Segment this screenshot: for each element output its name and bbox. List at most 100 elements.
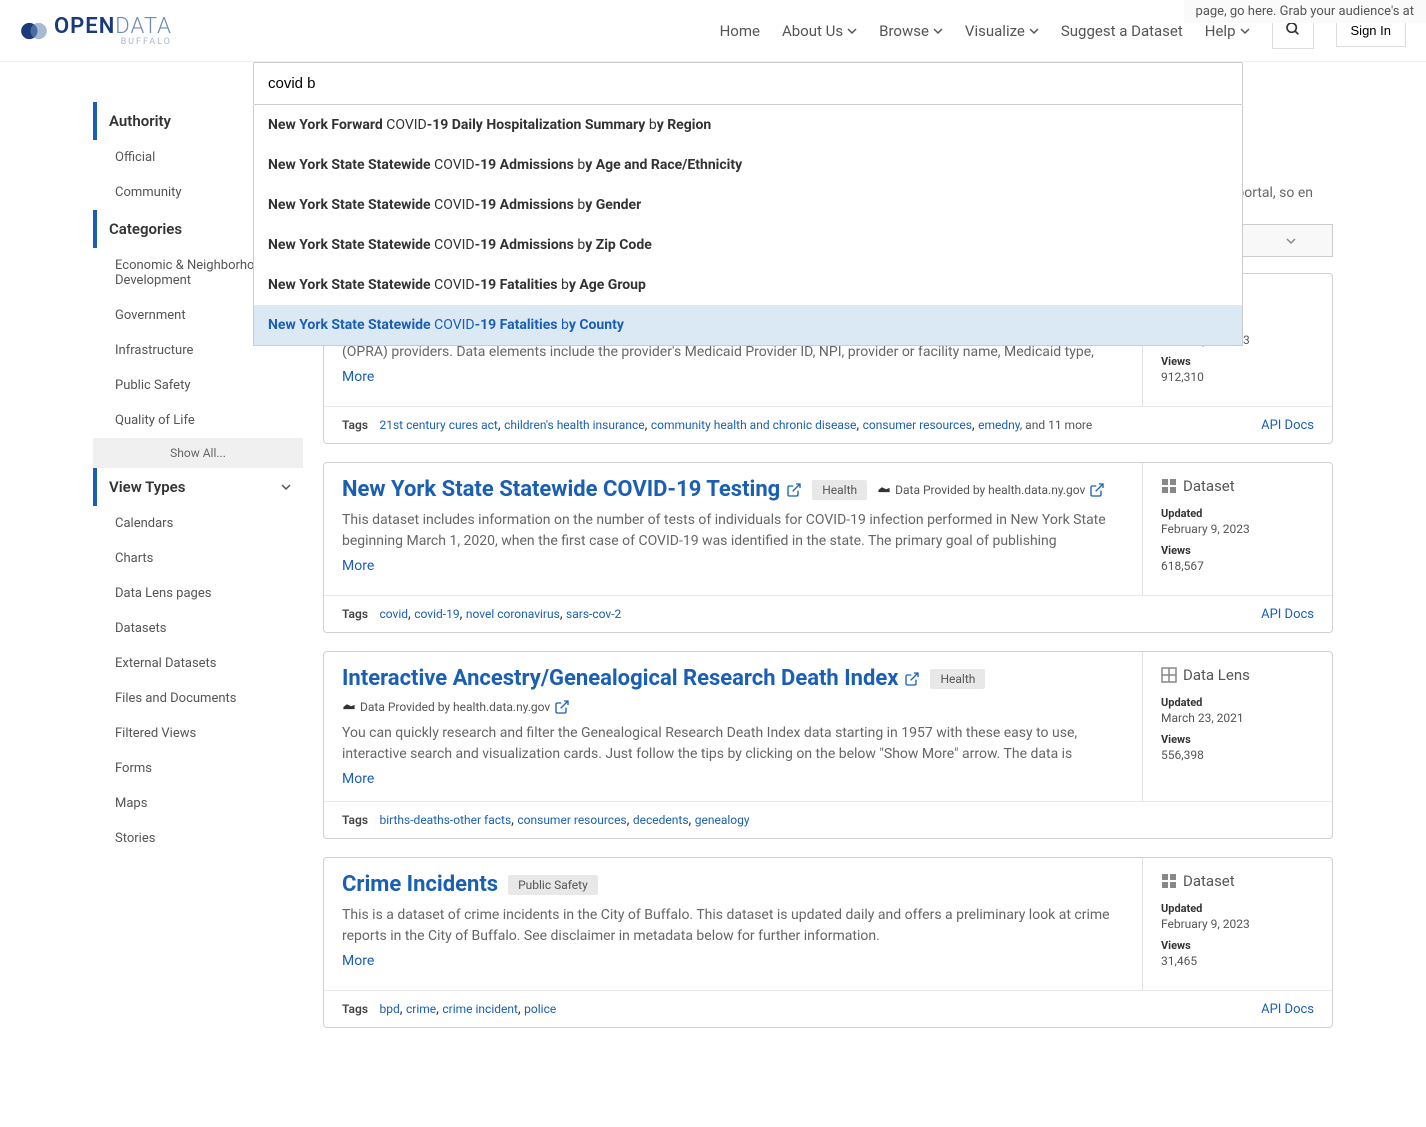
views-value: 31,465 — [1161, 954, 1314, 968]
api-docs-link[interactable]: API Docs — [1261, 607, 1314, 622]
chevron-down-icon — [1029, 26, 1039, 36]
dataset-icon — [1161, 478, 1177, 494]
nav-home[interactable]: Home — [720, 22, 760, 40]
views-label: Views — [1161, 544, 1314, 557]
suggestion-item[interactable]: New York State Statewide COVID-19 Admiss… — [254, 185, 1242, 225]
filter-view-types-header[interactable]: View Types — [93, 468, 303, 506]
tags-label: Tags — [342, 607, 368, 621]
views-label: Views — [1161, 939, 1314, 952]
result-title[interactable]: Interactive Ancestry/Genealogical Resear… — [342, 666, 920, 691]
tags-label: Tags — [342, 813, 368, 827]
tag-link[interactable]: sars-cov-2 — [566, 607, 621, 621]
nav-help[interactable]: Help — [1205, 22, 1250, 40]
sidebar-viewtype-item[interactable]: Stories — [93, 821, 303, 856]
nav-visualize[interactable]: Visualize — [965, 22, 1039, 40]
api-docs-link[interactable]: API Docs — [1261, 1002, 1314, 1017]
category-badge[interactable]: Public Safety — [508, 875, 598, 895]
main: New York Forward COVID-19 Daily Hospital… — [73, 62, 1353, 1046]
tag-link[interactable]: covid-19 — [414, 607, 459, 621]
sidebar-viewtype-item[interactable]: Data Lens pages — [93, 576, 303, 611]
search-icon — [1285, 21, 1301, 37]
tag-link[interactable]: crime — [406, 1002, 436, 1016]
category-badge[interactable]: Health — [930, 669, 985, 689]
ny-icon — [342, 702, 356, 712]
suggestion-item[interactable]: New York State Statewide COVID-19 Admiss… — [254, 145, 1242, 185]
provided-by[interactable]: Data Provided by health.data.ny.gov — [342, 699, 570, 715]
sidebar-viewtype-item[interactable]: Datasets — [93, 611, 303, 646]
tag-link[interactable]: police — [524, 1002, 556, 1016]
more-link[interactable]: More — [342, 953, 374, 969]
suggestion-item[interactable]: New York State Statewide COVID-19 Fatali… — [254, 265, 1242, 305]
sidebar-viewtype-item[interactable]: Charts — [93, 541, 303, 576]
external-link-icon — [904, 671, 920, 687]
tag-link[interactable]: 21st century cures act — [379, 418, 497, 432]
tooltip-bar: page, go here. Grab your audience's at — [1184, 0, 1426, 23]
provided-by[interactable]: Data Provided by health.data.ny.gov — [877, 482, 1105, 498]
sidebar-viewtype-item[interactable]: Filtered Views — [93, 716, 303, 751]
updated-value: March 23, 2021 — [1161, 711, 1314, 725]
sidebar-viewtype-item[interactable]: Files and Documents — [93, 681, 303, 716]
suggestion-item[interactable]: New York State Statewide COVID-19 Fatali… — [254, 305, 1242, 345]
chevron-down-icon — [1240, 26, 1250, 36]
nav-about[interactable]: About Us — [782, 22, 857, 40]
more-link[interactable]: More — [342, 771, 374, 787]
tag-link[interactable]: emedny — [978, 418, 1020, 432]
tag-link[interactable]: covid — [379, 607, 408, 621]
autocomplete-suggestions: New York Forward COVID-19 Daily Hospital… — [253, 105, 1243, 346]
suggestion-item[interactable]: New York State Statewide COVID-19 Admiss… — [254, 225, 1242, 265]
dataset-icon — [1161, 873, 1177, 889]
sidebar-category-item[interactable]: Public Safety — [93, 368, 303, 403]
tag-link[interactable]: genealogy — [695, 813, 750, 827]
logo-text: OPENDATA — [54, 14, 172, 39]
tag-link[interactable]: crime incident — [442, 1002, 518, 1016]
sidebar-viewtype-item[interactable]: External Datasets — [93, 646, 303, 681]
result-title[interactable]: New York State Statewide COVID-19 Testin… — [342, 477, 802, 502]
tag-link[interactable]: children's health insurance — [504, 418, 645, 432]
more-link[interactable]: More — [342, 369, 374, 385]
more-link[interactable]: More — [342, 558, 374, 574]
chevron-down-icon — [933, 26, 943, 36]
external-link-icon — [1089, 482, 1105, 498]
result-card: New York State Statewide COVID-19 Testin… — [323, 462, 1333, 633]
chevron-down-icon — [847, 26, 857, 36]
result-card: Interactive Ancestry/Genealogical Resear… — [323, 651, 1333, 839]
tags-more: , and 11 more — [1020, 418, 1092, 432]
nav-suggest[interactable]: Suggest a Dataset — [1061, 22, 1183, 40]
updated-label: Updated — [1161, 507, 1314, 520]
chevron-down-icon — [281, 482, 291, 492]
api-docs-link[interactable]: API Docs — [1261, 418, 1314, 433]
tag-link[interactable]: bpd — [379, 1002, 399, 1016]
category-badge[interactable]: Health — [812, 480, 867, 500]
nav-browse[interactable]: Browse — [879, 22, 943, 40]
tag-link[interactable]: community health and chronic disease — [651, 418, 857, 432]
result-type: Dataset — [1161, 872, 1314, 890]
result-description: You can quickly research and filter the … — [342, 723, 1124, 765]
tag-link[interactable]: consumer resources — [517, 813, 626, 827]
filter-view-types: View Types CalendarsChartsData Lens page… — [93, 468, 303, 856]
search-input[interactable] — [253, 62, 1243, 105]
tag-link[interactable]: decedents — [633, 813, 689, 827]
result-description: This is a dataset of crime incidents in … — [342, 905, 1124, 947]
chevron-down-icon — [1286, 236, 1296, 246]
sidebar-viewtype-item[interactable]: Maps — [93, 786, 303, 821]
external-link-icon — [786, 482, 802, 498]
updated-label: Updated — [1161, 696, 1314, 709]
search-wrap: New York Forward COVID-19 Daily Hospital… — [253, 62, 1243, 346]
tag-link[interactable]: consumer resources — [863, 418, 972, 432]
tags-label: Tags — [342, 418, 368, 432]
show-all-categories[interactable]: Show All... — [93, 438, 303, 468]
sidebar-viewtype-item[interactable]: Calendars — [93, 506, 303, 541]
views-label: Views — [1161, 355, 1314, 368]
tag-link[interactable]: novel coronavirus — [466, 607, 560, 621]
updated-value: February 9, 2023 — [1161, 917, 1314, 931]
logo[interactable]: OPENDATA BUFFALO — [20, 14, 172, 47]
tag-link[interactable]: births-deaths-other facts — [379, 813, 511, 827]
sidebar-category-item[interactable]: Quality of Life — [93, 403, 303, 438]
datalens-icon — [1161, 667, 1177, 683]
logo-icon — [20, 17, 48, 45]
result-type: Data Lens — [1161, 666, 1314, 684]
views-label: Views — [1161, 733, 1314, 746]
suggestion-item[interactable]: New York Forward COVID-19 Daily Hospital… — [254, 105, 1242, 145]
sidebar-viewtype-item[interactable]: Forms — [93, 751, 303, 786]
result-title[interactable]: Crime Incidents — [342, 872, 498, 897]
